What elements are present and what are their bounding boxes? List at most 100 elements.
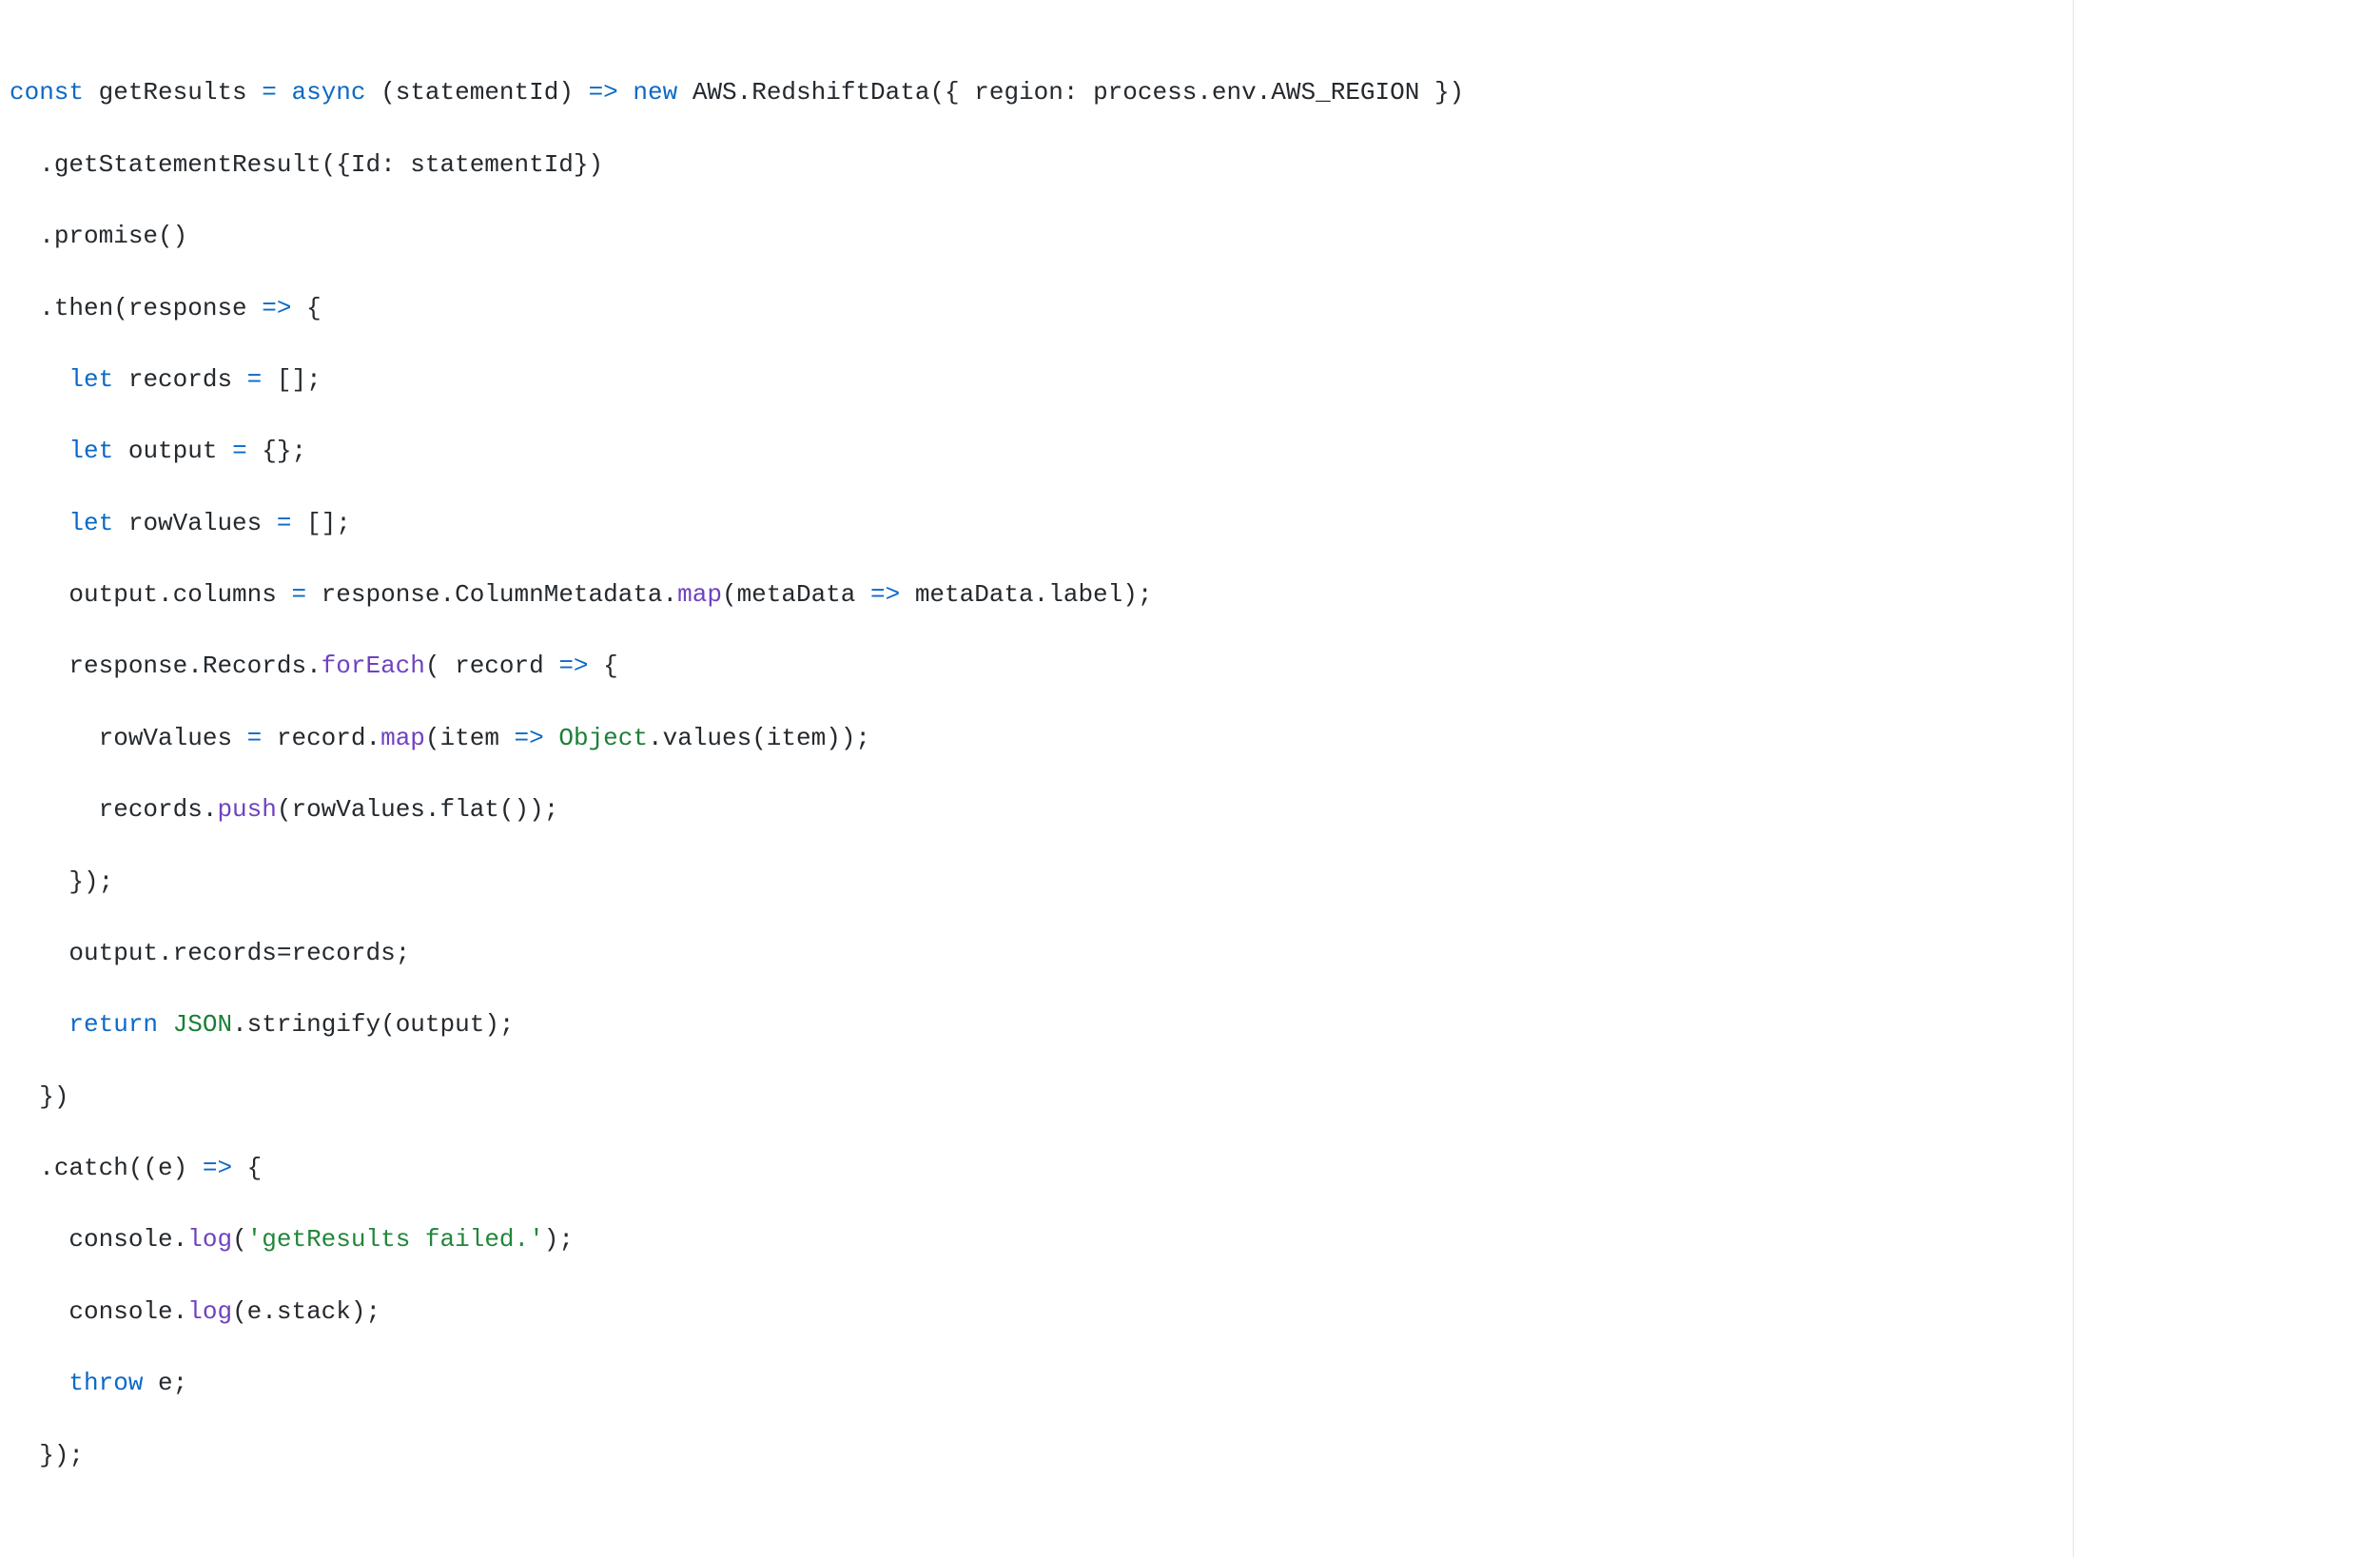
code-text [277,78,292,107]
code-text: (rowValues.flat()); [277,795,558,824]
code-text: console. [68,1297,187,1326]
code-text: []; [291,509,350,537]
code-line[interactable]: }) [10,1080,2073,1116]
identifier: output [113,437,232,465]
indent [10,1082,39,1111]
code-text: ( record [425,652,558,680]
indent [10,294,39,322]
operator-equals: = [232,437,247,465]
keyword-let: let [68,509,113,537]
code-text [574,78,589,107]
keyword-const: const [10,78,84,107]
code-text: rowValues [99,724,247,752]
operator-equals: = [277,509,292,537]
operator-arrow: => [589,78,618,107]
code-line[interactable]: const getResults = async (statementId) =… [10,75,2073,111]
indent [10,795,99,824]
code-text: response.Records. [68,652,321,680]
keyword-return: return [68,1010,158,1039]
indent [10,867,68,896]
code-text: []; [262,365,321,394]
method-call: .getStatementResult({Id: statementId}) [39,150,603,179]
code-line[interactable]: let output = {}; [10,434,2073,470]
code-text: }) [39,1082,68,1111]
code-text: (item [425,724,515,752]
code-text: { [291,294,321,322]
code-line[interactable]: output.columns = response.ColumnMetadata… [10,577,2073,613]
code-line[interactable]: return JSON.stringify(output); [10,1007,2073,1043]
method-call: .then(response [39,294,262,322]
code-text: record. [262,724,380,752]
identifier: getResults [99,78,247,107]
operator-equals: = [262,78,277,107]
constructor-call: AWS.RedshiftData({ region: process.env.A… [693,78,1464,107]
code-line[interactable]: throw e; [10,1366,2073,1402]
code-line[interactable]: console.log(e.stack); [10,1294,2073,1331]
method-call: .promise() [39,222,187,250]
operator-arrow: => [515,724,544,752]
code-line[interactable]: .catch((e) => { [10,1151,2073,1187]
code-text: }); [39,1441,84,1469]
code-editor[interactable]: const getResults = async (statementId) =… [0,0,2074,1557]
code-text [677,78,693,107]
code-text: {}; [247,437,306,465]
code-text: (metaData [722,580,870,609]
code-text: (e.stack); [232,1297,380,1326]
builtin-json: JSON [173,1010,232,1039]
code-text: .catch((e) [39,1154,203,1182]
code-line[interactable]: .promise() [10,219,2073,255]
operator-arrow: => [262,294,291,322]
method-map: map [677,580,722,609]
code-line[interactable]: output.records=records; [10,936,2073,972]
indent [10,652,68,680]
indent [10,1441,39,1469]
code-line[interactable]: let records = []; [10,362,2073,399]
code-text: .stringify(output); [232,1010,514,1039]
operator-arrow: => [203,1154,232,1182]
code-text: output.records=records; [68,939,410,967]
code-text [544,724,559,752]
code-text [158,1010,173,1039]
string-literal: 'getResults failed.' [247,1225,544,1254]
code-text: records. [99,795,218,824]
builtin-object: Object [558,724,648,752]
code-line[interactable]: response.Records.forEach( record => { [10,649,2073,685]
indent [10,1225,68,1254]
code-text: metaData.label); [900,580,1152,609]
code-line[interactable]: }); [10,865,2073,901]
keyword-new: new [633,78,677,107]
code-line[interactable]: let rowValues = []; [10,506,2073,542]
method-push: push [217,795,276,824]
indent [10,365,68,394]
code-line[interactable]: console.log('getResults failed.'); [10,1222,2073,1258]
indent [10,1010,68,1039]
operator-equals: = [291,580,306,609]
code-text: console. [68,1225,187,1254]
indent [10,437,68,465]
code-text: ); [544,1225,574,1254]
code-text [618,78,634,107]
code-line[interactable]: rowValues = record.map(item => Object.va… [10,721,2073,757]
keyword-throw: throw [68,1369,143,1397]
code-text: output.columns [68,580,291,609]
method-map: map [380,724,425,752]
code-text: response.ColumnMetadata. [306,580,677,609]
method-log: log [187,1297,232,1326]
indent [10,1297,68,1326]
method-foreach: forEach [322,652,425,680]
indent [10,509,68,537]
code-text [247,78,263,107]
code-line[interactable]: }); [10,1438,2073,1474]
code-line[interactable]: .then(response => { [10,291,2073,327]
code-text: }); [68,867,113,896]
code-text: e; [143,1369,187,1397]
keyword-async: async [291,78,365,107]
code-line[interactable]: records.push(rowValues.flat()); [10,792,2073,828]
operator-equals: = [247,365,263,394]
code-text [84,78,99,107]
indent [10,222,39,250]
operator-equals: = [247,724,263,752]
indent [10,150,39,179]
code-line[interactable]: .getStatementResult({Id: statementId}) [10,147,2073,184]
code-text [366,78,381,107]
